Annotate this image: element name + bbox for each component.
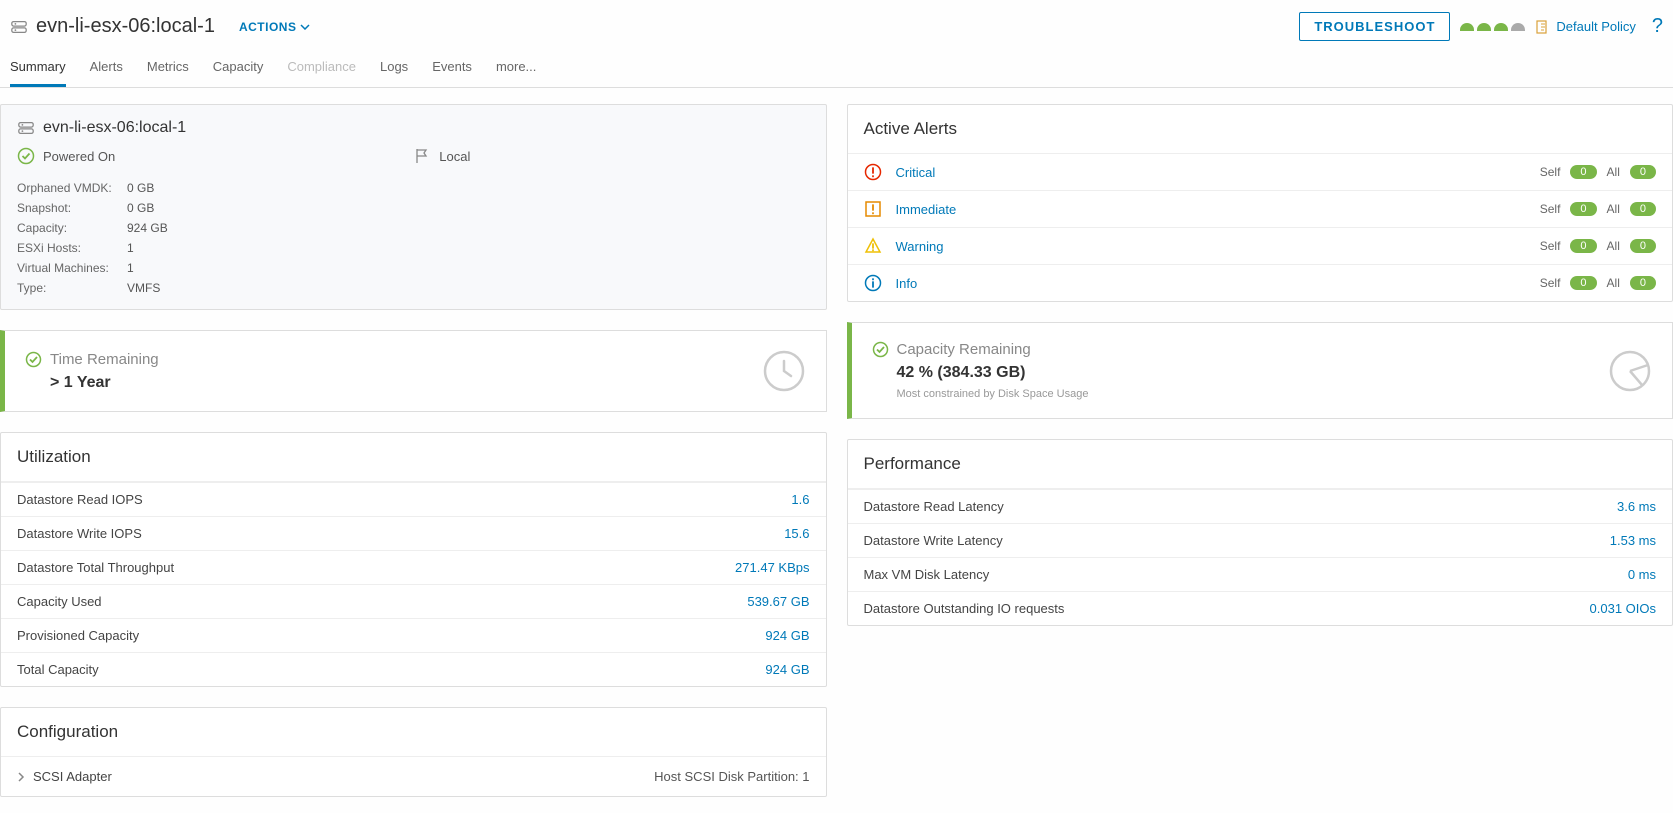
util-value[interactable]: 924 GB bbox=[765, 662, 809, 677]
alert-row-critical: Critical Self0All0 bbox=[848, 154, 1673, 191]
capacity-remaining-title: Capacity Remaining bbox=[897, 341, 1031, 358]
util-value[interactable]: 15.6 bbox=[784, 526, 809, 541]
util-value[interactable]: 539.67 GB bbox=[747, 594, 809, 609]
critical-icon bbox=[864, 163, 882, 181]
time-remaining-value: > 1 Year bbox=[50, 374, 159, 392]
troubleshoot-button[interactable]: TROUBLESHOOT bbox=[1299, 12, 1450, 41]
object-name: evn-li-esx-06:local-1 bbox=[43, 119, 186, 137]
util-row: Total Capacity924 GB bbox=[1, 652, 826, 686]
alert-all-count: 0 bbox=[1630, 202, 1656, 216]
chevron-right-icon bbox=[17, 772, 25, 782]
tab-logs[interactable]: Logs bbox=[380, 59, 408, 87]
status-badges bbox=[1460, 23, 1525, 31]
util-row: Datastore Write IOPS15.6 bbox=[1, 516, 826, 550]
utilization-title: Utilization bbox=[1, 433, 826, 482]
chevron-down-icon bbox=[300, 24, 310, 30]
policy-link[interactable]: Default Policy bbox=[1535, 19, 1635, 35]
help-icon[interactable]: ? bbox=[1652, 15, 1663, 38]
policy-icon bbox=[1535, 19, 1551, 35]
alert-link[interactable]: Critical bbox=[896, 165, 936, 180]
info-icon bbox=[864, 274, 882, 292]
alert-all-count: 0 bbox=[1630, 165, 1656, 179]
check-icon bbox=[17, 147, 35, 165]
check-icon bbox=[872, 341, 889, 358]
util-value[interactable]: 924 GB bbox=[765, 628, 809, 643]
datastore-icon bbox=[10, 18, 28, 36]
active-alerts-card: Active Alerts Critical Self0All0 Immedia… bbox=[847, 104, 1673, 302]
badge-green-2 bbox=[1477, 23, 1491, 31]
warning-icon bbox=[864, 237, 882, 255]
badge-green-3 bbox=[1494, 23, 1508, 31]
alert-row-info: Info Self0All0 bbox=[848, 265, 1673, 301]
util-row: Datastore Read IOPS1.6 bbox=[1, 482, 826, 516]
badge-grey bbox=[1511, 23, 1525, 31]
alert-self-count: 0 bbox=[1570, 202, 1596, 216]
datastore-icon bbox=[17, 119, 35, 137]
alert-row-warning: Warning Self0All0 bbox=[848, 228, 1673, 265]
tab-compliance: Compliance bbox=[287, 59, 356, 87]
object-card: evn-li-esx-06:local-1 Powered On Local bbox=[0, 104, 827, 310]
configuration-title: Configuration bbox=[1, 708, 826, 756]
util-value[interactable]: 1.6 bbox=[791, 492, 809, 507]
config-scsi-row[interactable]: SCSI Adapter Host SCSI Disk Partition: 1 bbox=[1, 756, 826, 796]
util-value[interactable]: 271.47 KBps bbox=[735, 560, 809, 575]
time-remaining-title: Time Remaining bbox=[50, 351, 159, 368]
tab-summary[interactable]: Summary bbox=[10, 59, 66, 87]
alerts-title: Active Alerts bbox=[848, 105, 1673, 154]
perf-value[interactable]: 3.6 ms bbox=[1617, 499, 1656, 514]
flag-icon bbox=[413, 147, 431, 165]
config-right-value: Host SCSI Disk Partition: 1 bbox=[654, 769, 809, 784]
alert-all-count: 0 bbox=[1630, 276, 1656, 290]
object-properties: Orphaned VMDK:0 GB Snapshot:0 GB Capacit… bbox=[17, 181, 810, 295]
perf-row: Datastore Outstanding IO requests0.031 O… bbox=[848, 591, 1673, 625]
page-title: evn-li-esx-06:local-1 bbox=[36, 15, 215, 38]
perf-row: Datastore Read Latency3.6 ms bbox=[848, 489, 1673, 523]
util-row: Capacity Used539.67 GB bbox=[1, 584, 826, 618]
tab-capacity[interactable]: Capacity bbox=[213, 59, 264, 87]
check-icon bbox=[25, 351, 42, 368]
tab-events[interactable]: Events bbox=[432, 59, 472, 87]
tab-bar: Summary Alerts Metrics Capacity Complian… bbox=[0, 47, 1673, 88]
power-status: Powered On bbox=[43, 149, 115, 164]
configuration-card: Configuration SCSI Adapter Host SCSI Dis… bbox=[0, 707, 827, 797]
alert-self-count: 0 bbox=[1570, 276, 1596, 290]
perf-value[interactable]: 1.53 ms bbox=[1610, 533, 1656, 548]
actions-dropdown[interactable]: ACTIONS bbox=[239, 20, 311, 34]
tab-more[interactable]: more... bbox=[496, 59, 536, 87]
perf-value[interactable]: 0 ms bbox=[1628, 567, 1656, 582]
clock-icon bbox=[762, 349, 806, 393]
tab-alerts[interactable]: Alerts bbox=[90, 59, 123, 87]
capacity-remaining-card: Capacity Remaining 42 % (384.33 GB) Most… bbox=[847, 322, 1673, 419]
capacity-remaining-value: 42 % (384.33 GB) bbox=[897, 364, 1089, 382]
alert-link[interactable]: Immediate bbox=[896, 202, 957, 217]
capacity-icon bbox=[1608, 349, 1652, 393]
performance-title: Performance bbox=[848, 440, 1673, 489]
perf-row: Datastore Write Latency1.53 ms bbox=[848, 523, 1673, 557]
locality-status: Local bbox=[439, 149, 470, 164]
util-row: Datastore Total Throughput271.47 KBps bbox=[1, 550, 826, 584]
capacity-remaining-sub: Most constrained by Disk Space Usage bbox=[897, 388, 1089, 400]
alert-row-immediate: Immediate Self0All0 bbox=[848, 191, 1673, 228]
utilization-card: Utilization Datastore Read IOPS1.6 Datas… bbox=[0, 432, 827, 687]
performance-card: Performance Datastore Read Latency3.6 ms… bbox=[847, 439, 1673, 626]
tab-metrics[interactable]: Metrics bbox=[147, 59, 189, 87]
alert-self-count: 0 bbox=[1570, 239, 1596, 253]
util-row: Provisioned Capacity924 GB bbox=[1, 618, 826, 652]
alert-all-count: 0 bbox=[1630, 239, 1656, 253]
perf-value[interactable]: 0.031 OIOs bbox=[1590, 601, 1656, 616]
alert-link[interactable]: Info bbox=[896, 276, 918, 291]
time-remaining-card: Time Remaining > 1 Year bbox=[0, 330, 827, 412]
immediate-icon bbox=[864, 200, 882, 218]
page-header: evn-li-esx-06:local-1 ACTIONS TROUBLESHO… bbox=[0, 0, 1673, 41]
alert-self-count: 0 bbox=[1570, 165, 1596, 179]
alert-link[interactable]: Warning bbox=[896, 239, 944, 254]
perf-row: Max VM Disk Latency0 ms bbox=[848, 557, 1673, 591]
badge-green-1 bbox=[1460, 23, 1474, 31]
